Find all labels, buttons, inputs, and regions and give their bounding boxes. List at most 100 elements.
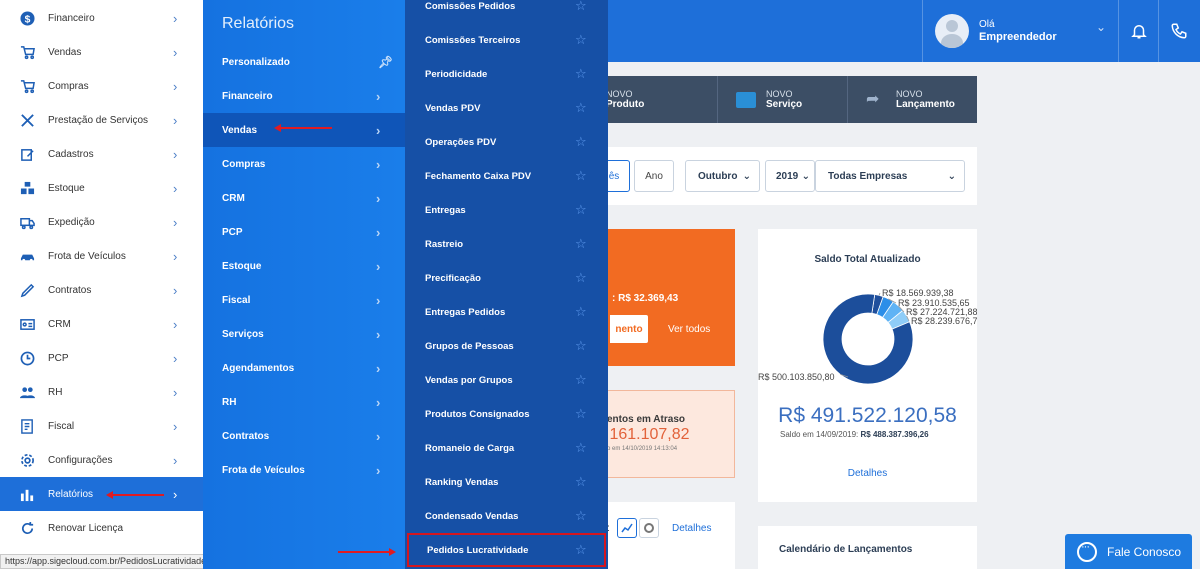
quick-actions-bar: NOVO Produto NOVO Serviço ➦ NOVO Lançame…: [560, 76, 977, 123]
sidebar-item-prestacao-servicos[interactable]: Prestação de Serviços ›: [0, 103, 203, 137]
sidebar-item-label: Frota de Veículos: [48, 250, 126, 262]
line-chart-icon[interactable]: [617, 518, 637, 538]
graph-details-link[interactable]: Detalhes: [672, 523, 711, 534]
star-icon[interactable]: ☆: [575, 304, 587, 320]
sidebar-item-cadastros[interactable]: Cadastros ›: [0, 137, 203, 171]
period-year-button[interactable]: Ano: [634, 160, 674, 192]
sidebar-item-compras[interactable]: Compras ›: [0, 69, 203, 103]
reports-item-financeiro[interactable]: Financeiro ›: [203, 79, 405, 113]
pin-icon[interactable]: 📌︎: [378, 55, 393, 69]
sidebar-item-pcp[interactable]: PCP ›: [0, 341, 203, 375]
user-menu[interactable]: Olá Empreendedor ⌄: [922, 0, 1118, 62]
reports-item-contratos[interactable]: Contratos ›: [203, 419, 405, 453]
sales-report-item[interactable]: Produtos Consignados ☆: [405, 397, 608, 431]
document-icon: [19, 418, 35, 434]
sales-report-item[interactable]: Vendas por Grupos ☆: [405, 363, 608, 397]
reports-item-label: Vendas: [222, 124, 258, 136]
sidebar-item-frota[interactable]: Frota de Veículos ›: [0, 239, 203, 273]
reports-item-estoque[interactable]: Estoque ›: [203, 249, 405, 283]
sales-report-label: Vendas PDV: [425, 102, 481, 114]
star-icon[interactable]: ☆: [575, 202, 587, 218]
sales-report-item[interactable]: Entregas ☆: [405, 193, 608, 227]
sales-report-item[interactable]: Comissões Terceiros ☆: [405, 23, 608, 57]
sidebar-item-contratos[interactable]: Contratos ›: [0, 273, 203, 307]
balance-card: Saldo Total Atualizado R$ 18.569.939,38 R…: [758, 229, 977, 502]
star-icon[interactable]: ☆: [575, 32, 587, 48]
sidebar-item-fiscal[interactable]: Fiscal ›: [0, 409, 203, 443]
reports-item-agendamentos[interactable]: Agendamentos ›: [203, 351, 405, 385]
contact-us-button[interactable]: Fale Conosco: [1065, 534, 1192, 569]
reports-item-frota[interactable]: Frota de Veículos ›: [203, 453, 405, 487]
reports-item-pcp[interactable]: PCP ›: [203, 215, 405, 249]
sales-report-label: Entregas Pedidos: [425, 306, 506, 318]
star-icon[interactable]: ☆: [575, 440, 587, 456]
star-icon[interactable]: ☆: [575, 406, 587, 422]
receivables-action-button[interactable]: nento: [610, 315, 648, 343]
reports-item-crm[interactable]: CRM ›: [203, 181, 405, 215]
view-all-link[interactable]: Ver todos: [668, 324, 710, 335]
chevron-right-icon: ›: [173, 384, 178, 400]
sales-report-item[interactable]: Entregas Pedidos ☆: [405, 295, 608, 329]
star-icon[interactable]: ☆: [575, 168, 587, 184]
reports-item-fiscal[interactable]: Fiscal ›: [203, 283, 405, 317]
star-icon[interactable]: ☆: [575, 270, 587, 286]
chevron-right-icon: ›: [173, 78, 178, 94]
share-arrow-icon: ➦: [866, 90, 880, 108]
month-select[interactable]: Outubro ⌄: [685, 160, 760, 192]
reports-item-rh[interactable]: RH ›: [203, 385, 405, 419]
sales-report-item[interactable]: Vendas PDV ☆: [405, 91, 608, 125]
reports-item-label: Agendamentos: [222, 362, 295, 374]
sidebar-item-label: Configurações: [48, 454, 113, 466]
annotation-arrow: [106, 491, 164, 499]
sales-report-item[interactable]: Operações PDV ☆: [405, 125, 608, 159]
sidebar-item-estoque[interactable]: Estoque ›: [0, 171, 203, 205]
star-icon[interactable]: ☆: [575, 0, 587, 14]
sales-report-item[interactable]: Precificação ☆: [405, 261, 608, 295]
dollar-icon: $: [19, 10, 35, 26]
star-icon[interactable]: ☆: [575, 338, 587, 354]
star-icon[interactable]: ☆: [575, 542, 587, 558]
sales-report-item[interactable]: Grupos de Pessoas ☆: [405, 329, 608, 363]
sales-report-item[interactable]: Periodicidade ☆: [405, 57, 608, 91]
sidebar-item-relatorios[interactable]: Relatórios ›: [0, 477, 203, 511]
star-icon[interactable]: ☆: [575, 474, 587, 490]
sales-report-item[interactable]: Romaneio de Carga ☆: [405, 431, 608, 465]
sidebar-item-crm[interactable]: CRM ›: [0, 307, 203, 341]
donut-chart-icon[interactable]: [639, 518, 659, 538]
refresh-icon: [19, 520, 35, 536]
sidebar-item-label: Estoque: [48, 182, 85, 194]
sidebar-item-label: Financeiro: [48, 12, 95, 24]
sidebar-item-configuracoes[interactable]: Configurações ›: [0, 443, 203, 477]
new-entry-button[interactable]: ➦ NOVO Lançamento: [847, 76, 977, 123]
sidebar-item-vendas[interactable]: Vendas ›: [0, 35, 203, 69]
sales-report-item[interactable]: Condensado Vendas ☆: [405, 499, 608, 533]
company-select[interactable]: Todas Empresas ⌄: [815, 160, 965, 192]
chevron-right-icon: ›: [376, 258, 381, 274]
reports-item-personalizado[interactable]: Personalizado 📌︎: [203, 45, 405, 79]
chevron-right-icon: ›: [173, 214, 178, 230]
year-select[interactable]: 2019 ⌄: [765, 160, 815, 192]
bell-icon[interactable]: [1118, 0, 1158, 62]
sales-report-item[interactable]: Fechamento Caixa PDV ☆: [405, 159, 608, 193]
star-icon[interactable]: ☆: [575, 134, 587, 150]
star-icon[interactable]: ☆: [575, 508, 587, 524]
reports-item-compras[interactable]: Compras ›: [203, 147, 405, 181]
reports-item-label: Compras: [222, 158, 266, 170]
balance-details-link[interactable]: Detalhes: [758, 468, 977, 479]
star-icon[interactable]: ☆: [575, 100, 587, 116]
star-icon[interactable]: ☆: [575, 236, 587, 252]
star-icon[interactable]: ☆: [575, 66, 587, 82]
reports-item-vendas[interactable]: Vendas ›: [203, 113, 405, 147]
sidebar-item-financeiro[interactable]: $ Financeiro ›: [0, 1, 203, 35]
reports-item-servicos[interactable]: Serviços ›: [203, 317, 405, 351]
sales-report-item[interactable]: Rastreio ☆: [405, 227, 608, 261]
phone-icon[interactable]: [1158, 0, 1198, 62]
sales-report-item[interactable]: Comissões Pedidos ☆: [405, 0, 608, 23]
sidebar-item-rh[interactable]: RH ›: [0, 375, 203, 409]
new-service-button[interactable]: NOVO Serviço: [717, 76, 847, 123]
sales-report-item-pedidos-lucratividade[interactable]: Pedidos Lucratividade ☆: [407, 533, 606, 567]
star-icon[interactable]: ☆: [575, 372, 587, 388]
sidebar-item-expedicao[interactable]: Expedição ›: [0, 205, 203, 239]
sidebar-item-renovar-licenca[interactable]: Renovar Licença: [0, 511, 203, 545]
sales-report-item[interactable]: Ranking Vendas ☆: [405, 465, 608, 499]
